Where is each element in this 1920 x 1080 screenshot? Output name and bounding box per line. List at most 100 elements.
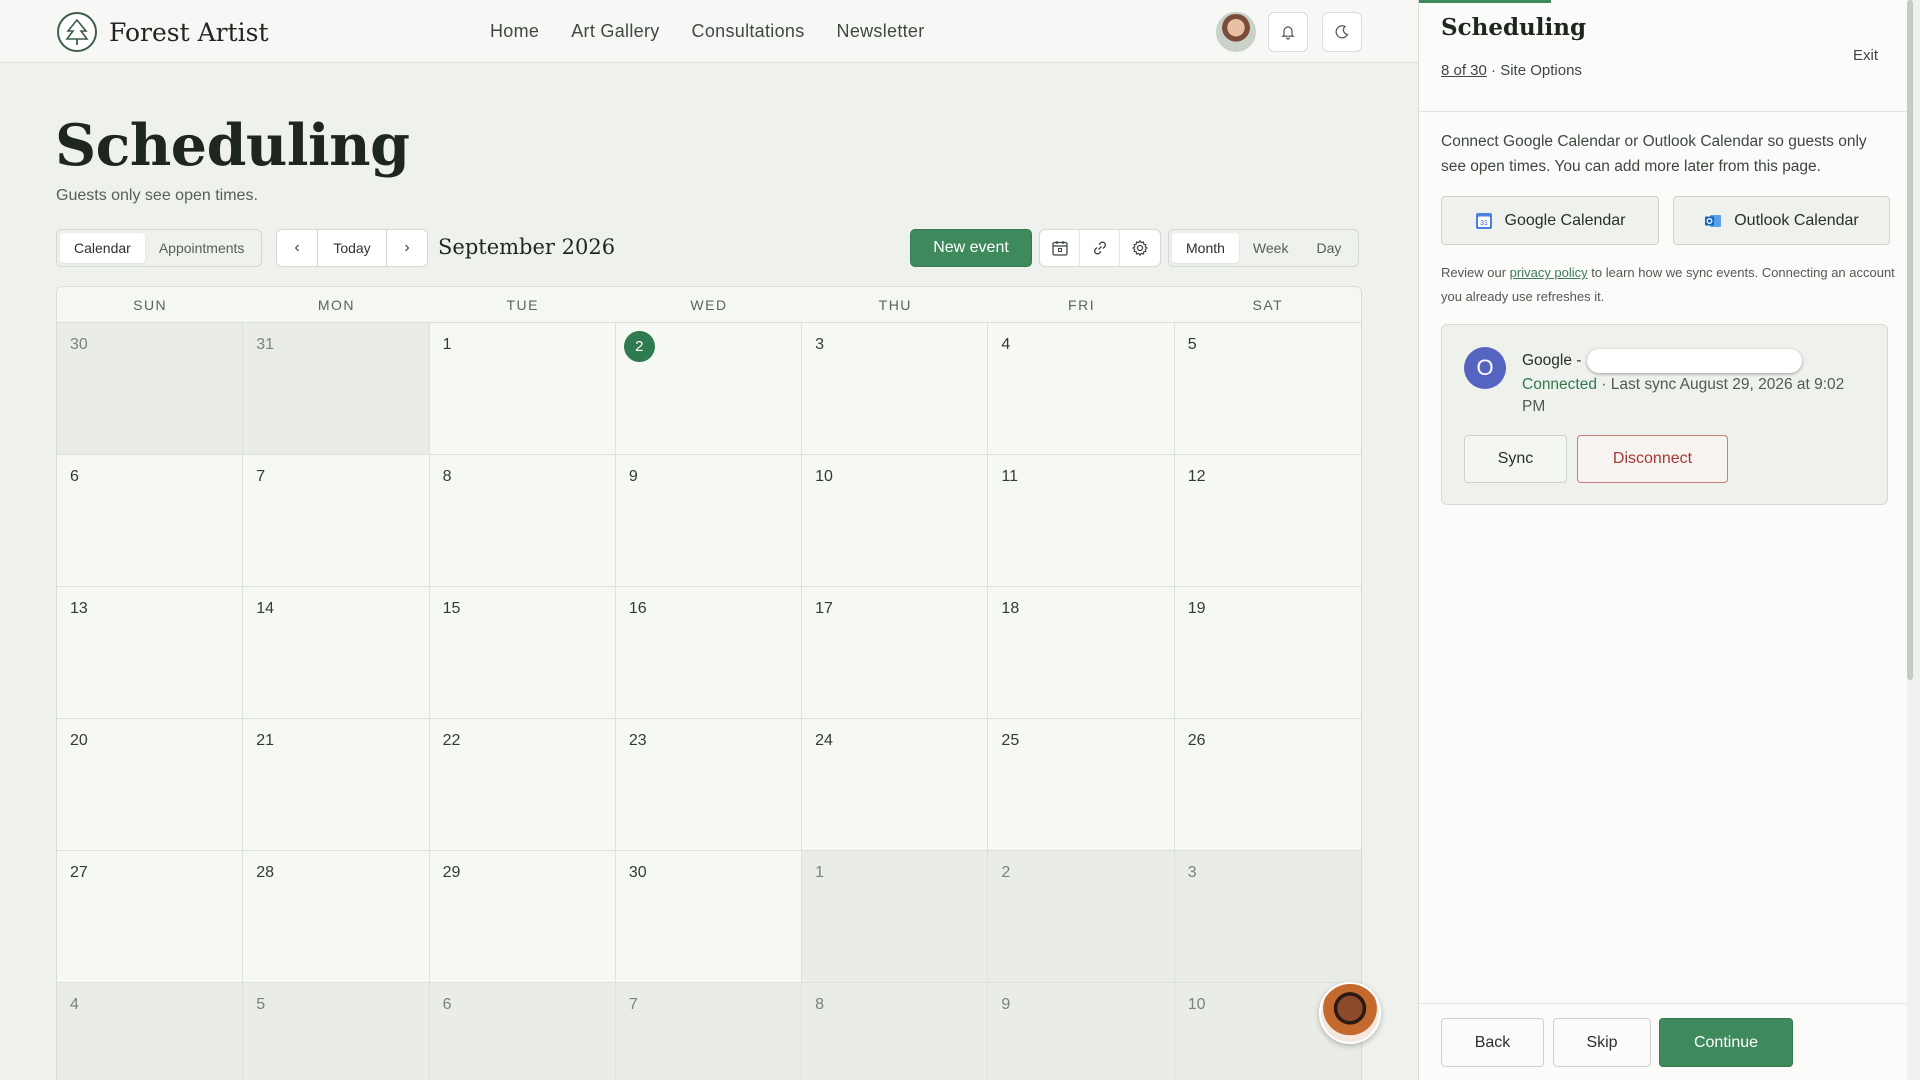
calendar-day[interactable]: 30	[57, 323, 244, 455]
day-number: 28	[256, 864, 275, 881]
calendar-day[interactable]: 9	[988, 983, 1175, 1080]
calendar-day[interactable]: 13	[57, 587, 244, 719]
notifications-button[interactable]	[1268, 12, 1308, 52]
new-event-button[interactable]: New event	[910, 229, 1032, 267]
calendar-day[interactable]: 7	[243, 455, 430, 587]
gear-icon	[1131, 239, 1149, 257]
calendar-day[interactable]: 30	[615, 851, 803, 983]
calendar-day-today[interactable]: 2	[615, 323, 803, 455]
share-link-button[interactable]	[1080, 230, 1120, 266]
calendar-day[interactable]: 19	[1174, 587, 1361, 719]
nav-home[interactable]: Home	[490, 21, 539, 42]
weekday-label: SUN	[133, 296, 168, 313]
user-avatar[interactable]	[1216, 12, 1256, 52]
calendar-picker-button[interactable]	[1040, 230, 1080, 266]
tab-calendar[interactable]: Calendar	[60, 233, 145, 263]
connected-account-card: O Google - Connected · Last sync August …	[1441, 324, 1888, 505]
calendar-day[interactable]: 14	[243, 587, 430, 719]
calendar-day[interactable]: 3	[802, 323, 989, 455]
calendar-day[interactable]: 4	[988, 323, 1175, 455]
theme-toggle-button[interactable]	[1322, 12, 1362, 52]
calendar-day[interactable]: 8	[802, 983, 989, 1080]
brand[interactable]: Forest Artist	[57, 12, 269, 52]
prev-month-button[interactable]: ‹	[277, 230, 317, 266]
day-number: 9	[1001, 996, 1011, 1013]
calendar-day[interactable]: 7	[615, 983, 803, 1080]
redacted-email	[1587, 349, 1803, 373]
calendar-day[interactable]: 9	[615, 455, 803, 587]
calendar-day[interactable]: 4	[57, 983, 244, 1080]
calendar-day[interactable]: 29	[429, 851, 616, 983]
calendar-day[interactable]: 24	[802, 719, 989, 851]
disconnect-button[interactable]: Disconnect	[1577, 435, 1728, 483]
view-tabs: Calendar Appointments	[56, 229, 263, 267]
day-number: 20	[70, 732, 88, 749]
exit-button[interactable]: Exit	[1853, 47, 1878, 64]
back-button[interactable]: Back	[1441, 1018, 1544, 1067]
nav-art-gallery[interactable]: Art Gallery	[571, 21, 659, 42]
calendar-day[interactable]: 10	[802, 455, 989, 587]
calendar-day[interactable]: 26	[1174, 719, 1361, 851]
outlook-icon	[1705, 214, 1722, 227]
sync-button[interactable]: Sync	[1464, 435, 1567, 483]
day-number: 10	[1187, 996, 1206, 1013]
connect-google-calendar-button[interactable]: 31 Google Calendar	[1441, 196, 1659, 245]
page-subtitle: Guests only see open times.	[56, 187, 258, 204]
calendar-day[interactable]: 31	[243, 323, 430, 455]
calendar-icon	[1051, 241, 1068, 256]
privacy-text-start: Review our	[1441, 265, 1510, 280]
day-number: 5	[256, 996, 266, 1013]
nav-consultations[interactable]: Consultations	[692, 21, 805, 42]
step-label: · Site Options	[1491, 62, 1582, 79]
day-number: 9	[628, 468, 638, 485]
day-number: 19	[1187, 600, 1206, 617]
skip-button[interactable]: Skip	[1553, 1018, 1651, 1067]
day-number: 3	[815, 336, 825, 353]
calendar-day[interactable]: 16	[615, 587, 803, 719]
tab-day[interactable]: Day	[1302, 233, 1355, 263]
day-number: 7	[628, 996, 638, 1013]
calendar-day[interactable]: 11	[988, 455, 1175, 587]
moon-icon	[1335, 25, 1349, 39]
continue-button[interactable]: Continue	[1659, 1018, 1793, 1067]
calendar-settings-button[interactable]	[1120, 230, 1160, 266]
calendar-day[interactable]: 1	[429, 323, 616, 455]
calendar-day[interactable]: 27	[57, 851, 244, 983]
calendar-day[interactable]: 2	[988, 851, 1175, 983]
calendar-day[interactable]: 25	[988, 719, 1175, 851]
nav-newsletter[interactable]: Newsletter	[837, 21, 925, 42]
calendar-day[interactable]: 1	[802, 851, 989, 983]
range-tabs: Month Week Day	[1168, 229, 1360, 267]
day-number: 15	[442, 600, 461, 617]
calendar-day[interactable]: 17	[802, 587, 989, 719]
step-count-link[interactable]: 8 of 30	[1441, 62, 1487, 79]
main-area: Forest Artist Home Art Gallery Consultat…	[0, 0, 1418, 1080]
calendar-day[interactable]: 15	[429, 587, 616, 719]
calendar-day[interactable]: 23	[615, 719, 803, 851]
tab-week[interactable]: Week	[1239, 233, 1303, 263]
calendar-day[interactable]: 5	[243, 983, 430, 1080]
calendar-day[interactable]: 8	[429, 455, 616, 587]
google-calendar-label: Google Calendar	[1504, 211, 1626, 229]
connect-outlook-calendar-button[interactable]: Outlook Calendar	[1673, 196, 1890, 245]
calendar-day[interactable]: 21	[243, 719, 430, 851]
calendar-day[interactable]: 3	[1174, 851, 1361, 983]
today-button[interactable]: Today	[317, 230, 387, 266]
scrollbar-thumb[interactable]	[1907, 0, 1913, 680]
assistant-mascot-button[interactable]	[1319, 982, 1381, 1044]
calendar-day[interactable]: 18	[988, 587, 1175, 719]
calendar-day[interactable]: 6	[429, 983, 616, 1080]
account-status: Connected · Last sync August 29, 2026 at…	[1522, 374, 1867, 418]
next-month-button[interactable]: ›	[387, 230, 427, 266]
privacy-policy-link[interactable]: privacy policy	[1510, 265, 1588, 280]
step-indicator: 8 of 30 · Site Options	[1441, 62, 1582, 79]
calendar-day[interactable]: 22	[429, 719, 616, 851]
calendar-day[interactable]: 5	[1174, 323, 1361, 455]
calendar-day[interactable]: 28	[243, 851, 430, 983]
calendar-day[interactable]: 12	[1174, 455, 1361, 587]
panel-scrollbar[interactable]	[1907, 0, 1913, 1080]
tab-month[interactable]: Month	[1172, 233, 1239, 263]
calendar-day[interactable]: 20	[57, 719, 244, 851]
tab-appointments[interactable]: Appointments	[145, 233, 259, 263]
calendar-day[interactable]: 6	[57, 455, 244, 587]
